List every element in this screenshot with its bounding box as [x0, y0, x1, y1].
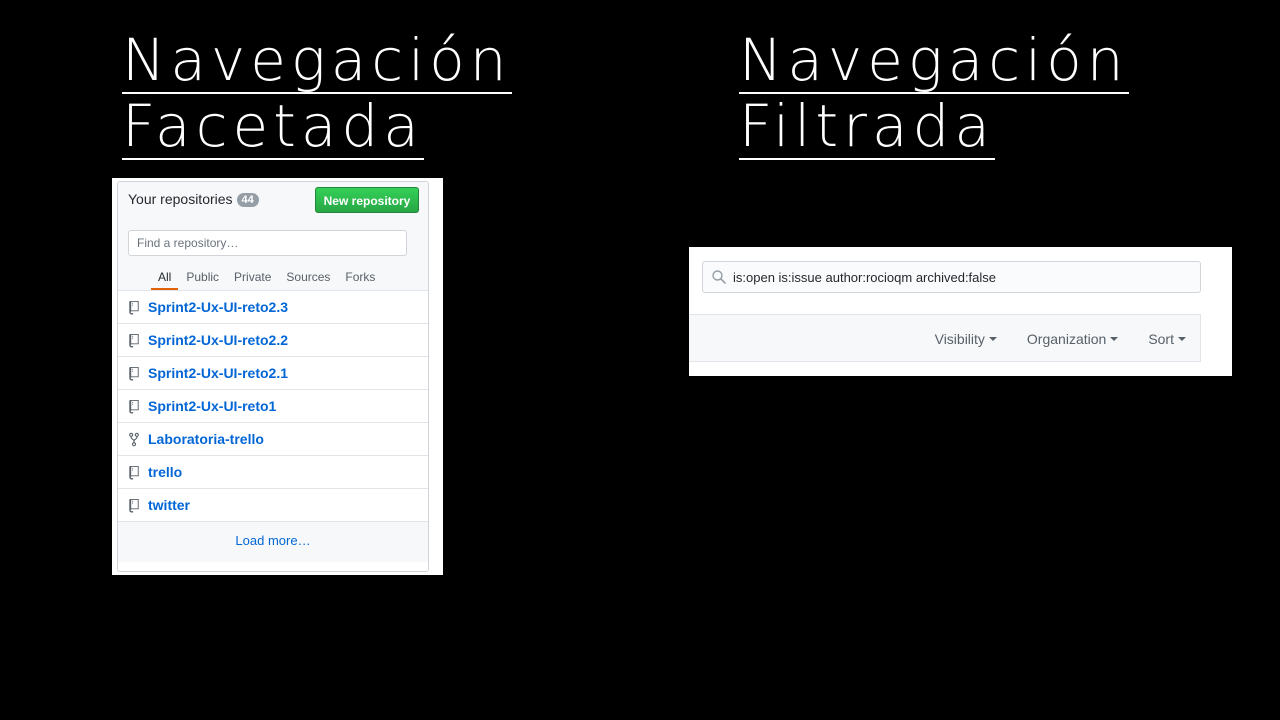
repository-link[interactable]: twitter — [148, 497, 190, 513]
tab-all[interactable]: All — [151, 270, 179, 290]
repo-icon — [129, 333, 139, 348]
sort-dropdown[interactable]: Sort — [1148, 331, 1186, 347]
repositories-screenshot: Your repositories44 New repository All P… — [112, 178, 443, 575]
repository-link[interactable]: Sprint2-Ux-UI-reto2.2 — [148, 332, 288, 348]
repo-icon — [129, 399, 139, 414]
list-item: Sprint2-Ux-UI-reto2.3 — [118, 291, 428, 324]
filter-dropdowns: Visibility Organization Sort — [935, 331, 1186, 347]
caret-down-icon — [1178, 337, 1186, 341]
list-item: trello — [118, 456, 428, 489]
search-box — [702, 261, 1201, 293]
repositories-heading: Your repositories 44 — [128, 191, 259, 207]
results-header: Visibility Organization Sort — [689, 314, 1201, 362]
repo-icon — [129, 465, 139, 480]
title-line-2: Facetada — [122, 92, 424, 160]
visibility-dropdown[interactable]: Visibility — [935, 331, 997, 347]
title-line-1: Navegación — [122, 26, 512, 94]
repository-link[interactable]: Sprint2-Ux-UI-reto2.3 — [148, 299, 288, 315]
new-repository-button[interactable]: New repository — [315, 187, 419, 213]
find-repository-input[interactable] — [128, 230, 407, 256]
fork-icon — [129, 432, 139, 446]
repository-link[interactable]: Sprint2-Ux-UI-reto1 — [148, 398, 276, 414]
repo-icon — [129, 300, 139, 315]
organization-dropdown[interactable]: Organization — [1026, 331, 1119, 347]
repositories-header: Your repositories44 New repository All P… — [118, 182, 428, 291]
repository-filter-tabs: All Public Private Sources Forks — [151, 270, 383, 290]
list-item: Sprint2-Ux-UI-reto2.1 — [118, 357, 428, 390]
repositories-heading-text: Your repositories — [128, 191, 233, 207]
slide: Navegación Facetada Navegación Filtrada … — [0, 0, 1280, 720]
organization-dropdown-label: Organization — [1026, 331, 1107, 347]
caret-down-icon — [988, 337, 997, 341]
visibility-dropdown-label: Visibility — [934, 331, 985, 347]
tab-forks[interactable]: Forks — [338, 270, 382, 290]
filter-search-screenshot: Visibility Organization Sort — [689, 247, 1232, 376]
list-item: Sprint2-Ux-UI-reto1 — [118, 390, 428, 423]
sort-dropdown-label: Sort — [1148, 331, 1174, 347]
list-item: twitter — [118, 489, 428, 522]
title-facetada: Navegación Facetada — [122, 28, 512, 160]
search-input[interactable] — [733, 262, 1193, 292]
tab-public[interactable]: Public — [179, 270, 226, 290]
repository-list: Sprint2-Ux-UI-reto2.3 Sprint2-Ux-UI-reto… — [118, 291, 428, 522]
title-line-2: Filtrada — [739, 92, 995, 160]
repo-icon — [129, 366, 139, 381]
repository-link[interactable]: Sprint2-Ux-UI-reto2.1 — [148, 365, 288, 381]
repositories-count-badge: 44 — [236, 193, 259, 207]
title-line-1: Navegación — [739, 26, 1129, 94]
caret-down-icon — [1110, 337, 1119, 341]
repositories-box: Your repositories44 New repository All P… — [117, 181, 429, 572]
tab-private[interactable]: Private — [227, 270, 278, 290]
title-filtrada: Navegación Filtrada — [739, 28, 1129, 160]
repository-link[interactable]: trello — [148, 464, 182, 480]
search-icon — [712, 270, 726, 284]
repository-link[interactable]: Laboratoria-trello — [148, 431, 264, 447]
repo-icon — [129, 498, 139, 513]
list-item: Sprint2-Ux-UI-reto2.2 — [118, 324, 428, 357]
list-item: Laboratoria-trello — [118, 423, 428, 456]
tab-sources[interactable]: Sources — [279, 270, 337, 290]
load-more-link[interactable]: Load more… — [118, 522, 428, 562]
